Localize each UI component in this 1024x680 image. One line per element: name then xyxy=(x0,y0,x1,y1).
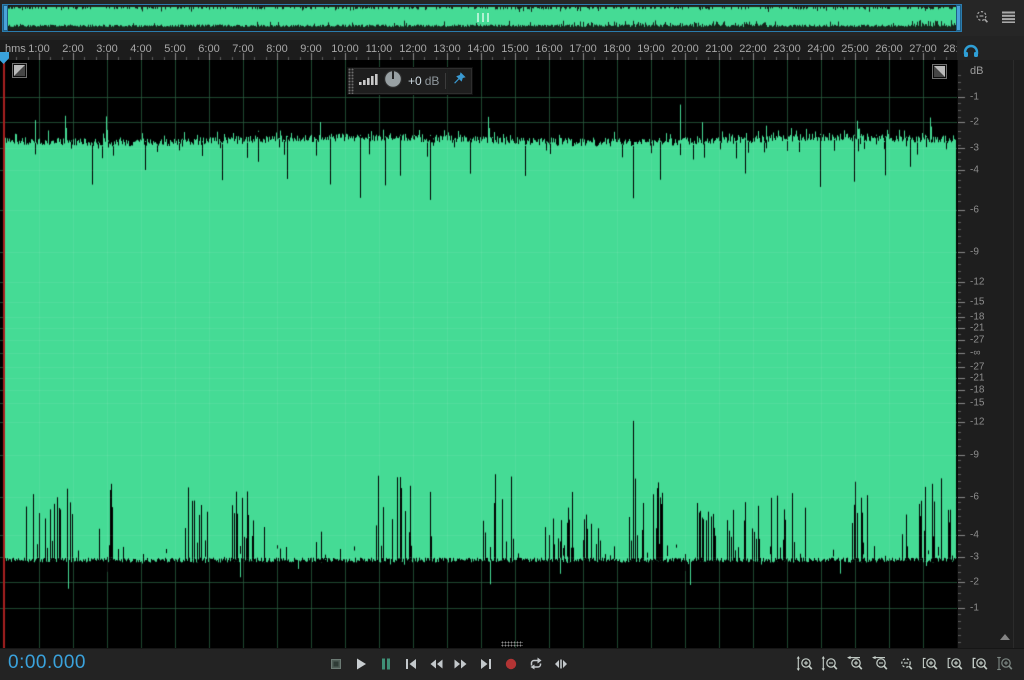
amplitude-scale-panel[interactable]: dB -1-2-3-4-6-9-12-15-18-21-27-∞-27-21-1… xyxy=(957,60,1024,648)
time-display[interactable]: 0:00.000 xyxy=(8,652,86,674)
db-tick-label: -18 xyxy=(970,312,984,323)
db-tick-label: -6 xyxy=(970,492,979,503)
rewind-button[interactable] xyxy=(428,656,444,672)
overview-toolbar xyxy=(973,9,1016,30)
fast-forward-button[interactable] xyxy=(453,656,469,672)
overview-grip-icon[interactable] xyxy=(476,13,490,23)
db-tick-label: -21 xyxy=(970,373,984,384)
zoom-out-full-button[interactable] xyxy=(896,656,915,672)
scale-divider xyxy=(1013,60,1014,648)
db-tick-label: -4 xyxy=(970,165,979,176)
zoom-out-full-icon[interactable] xyxy=(973,9,991,30)
zoom-out-amplitude-button[interactable] xyxy=(821,656,840,672)
timeline-ruler[interactable]: hms 1:002:003:004:005:006:007:008:009:00… xyxy=(0,40,957,60)
zoom-toolbar xyxy=(796,656,1015,672)
db-tick-label: -18 xyxy=(970,385,984,396)
overview-selection-frame[interactable] xyxy=(2,4,962,32)
headphones-icon[interactable] xyxy=(962,42,980,60)
skip-to-end-button[interactable] xyxy=(478,656,494,672)
db-tick-label: -6 xyxy=(970,205,979,216)
gain-unit-label: dB xyxy=(425,74,440,88)
db-tick-label: -3 xyxy=(970,552,979,563)
transport-controls xyxy=(328,656,569,672)
overview-left-handle[interactable] xyxy=(3,5,8,31)
zoom-reset-button[interactable] xyxy=(996,656,1015,672)
skip-to-start-button[interactable] xyxy=(403,656,419,672)
db-tick-label: -21 xyxy=(970,323,984,334)
zoom-to-selection-button[interactable] xyxy=(971,656,990,672)
db-tick-marks xyxy=(958,60,968,648)
waveform-canvas[interactable] xyxy=(0,60,957,648)
volume-hud[interactable]: +0 dB xyxy=(347,67,473,95)
ruler-tick-marks xyxy=(0,40,957,60)
db-tick-label: -∞ xyxy=(970,348,980,359)
db-tick-label: -15 xyxy=(970,297,984,308)
db-tick-label: -15 xyxy=(970,398,984,409)
db-unit-label: dB xyxy=(970,65,983,77)
gain-knob-icon[interactable] xyxy=(383,69,403,94)
panel-resize-grip[interactable] xyxy=(501,641,523,647)
pause-button[interactable] xyxy=(378,656,394,672)
db-tick-label: -2 xyxy=(970,117,979,128)
play-button[interactable] xyxy=(353,656,369,672)
zoom-out-time-button[interactable] xyxy=(871,656,890,672)
stop-button[interactable] xyxy=(328,656,344,672)
gain-value[interactable]: +0 xyxy=(408,74,422,88)
hud-separator xyxy=(445,73,446,89)
volume-bars-icon xyxy=(358,71,378,92)
db-tick-label: -27 xyxy=(970,362,984,373)
hud-drag-handle[interactable] xyxy=(348,68,354,94)
db-tick-label: -1 xyxy=(970,603,979,614)
loop-playback-button[interactable] xyxy=(528,656,544,672)
zoom-in-at-out-point-button[interactable] xyxy=(946,656,965,672)
db-tick-label: -9 xyxy=(970,247,979,258)
panel-menu-icon[interactable] xyxy=(1001,10,1016,29)
overview-navigator-bar xyxy=(0,0,1024,36)
db-tick-label: -12 xyxy=(970,277,984,288)
overview-right-handle[interactable] xyxy=(956,5,961,31)
record-button[interactable] xyxy=(503,656,519,672)
pin-hud-icon[interactable] xyxy=(452,71,467,91)
db-tick-label: -9 xyxy=(970,450,979,461)
db-tick-label: -3 xyxy=(970,143,979,154)
audio-editor-window: hms 1:002:003:004:005:006:007:008:009:00… xyxy=(0,0,1024,680)
scale-scroll-up-icon[interactable] xyxy=(1000,634,1010,640)
waveform-display[interactable]: +0 dB xyxy=(0,60,958,648)
status-bar: 0:00.000 xyxy=(0,648,1024,680)
fade-in-handle[interactable] xyxy=(13,64,26,77)
db-tick-label: -1 xyxy=(970,92,979,103)
skip-selection-button[interactable] xyxy=(553,656,569,672)
zoom-in-amplitude-button[interactable] xyxy=(796,656,815,672)
db-tick-label: -4 xyxy=(970,530,979,541)
fade-out-handle[interactable] xyxy=(933,65,946,78)
db-tick-label: -2 xyxy=(970,577,979,588)
zoom-in-at-in-point-button[interactable] xyxy=(921,656,940,672)
db-tick-label: -27 xyxy=(970,335,984,346)
db-tick-label: -12 xyxy=(970,417,984,428)
zoom-in-time-button[interactable] xyxy=(846,656,865,672)
